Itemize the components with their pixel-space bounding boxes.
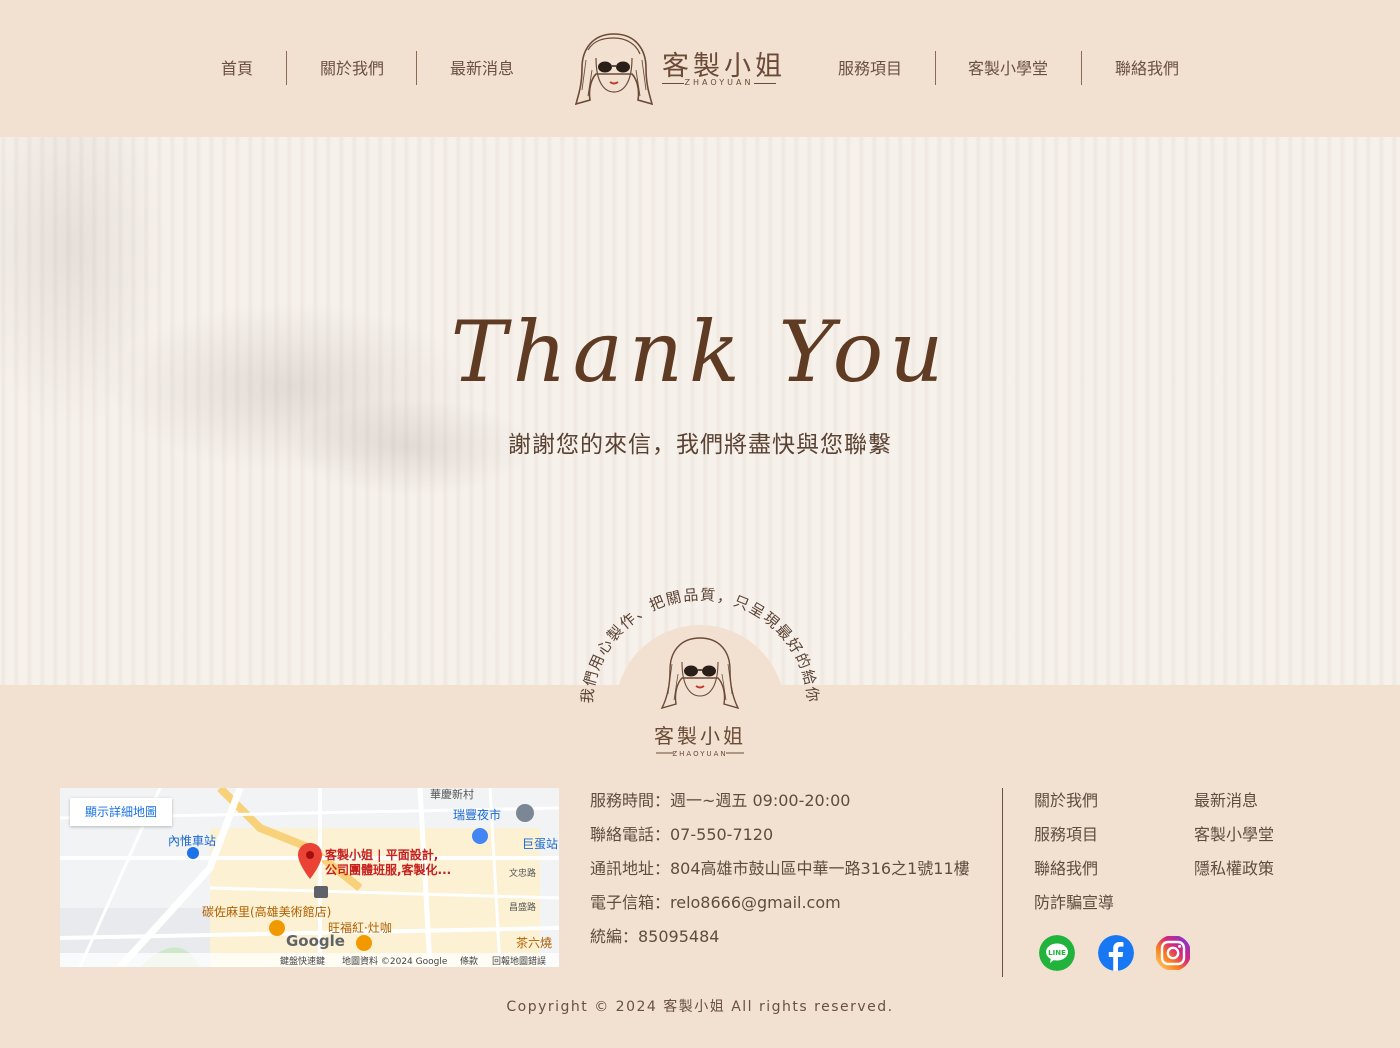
tax-id: 統編：85095484 — [590, 927, 720, 946]
contact-phone: 聯絡電話：07-550-7120 — [590, 825, 774, 844]
map-label: 昌盛路 — [509, 903, 537, 913]
nav-divider — [416, 51, 417, 85]
map-label: 巨蛋站 — [522, 837, 559, 851]
map-label: 華慶新村 — [430, 788, 474, 801]
badge-title: 客製小姐 — [654, 724, 746, 748]
site-logo[interactable]: 客製小姐 ZHAOYUAN — [574, 30, 784, 106]
line-icon[interactable]: LINE — [1039, 935, 1075, 971]
nav-home[interactable]: 首頁 — [221, 58, 253, 80]
nav-divider — [935, 51, 936, 85]
contact-address: 通訊地址：804高雄市鼓山區中華一路316之1號11樓 — [590, 859, 970, 878]
map-data-credit: 地圖資料 ©2024 Google — [342, 957, 448, 967]
badge-subtitle: ZHAOYUAN — [672, 750, 727, 758]
contact-email: 電子信箱：relo8666@gmail.com — [590, 893, 841, 912]
nav-services[interactable]: 服務項目 — [838, 58, 902, 80]
nav-news[interactable]: 最新消息 — [450, 58, 514, 80]
footer-link-academy[interactable]: 客製小學堂 — [1194, 824, 1274, 846]
nav-divider — [286, 51, 287, 85]
nav-divider — [1081, 51, 1082, 85]
map-keyboard-shortcuts[interactable]: 鍵盤快速鍵 — [280, 954, 325, 967]
footer-link-privacy[interactable]: 隱私權政策 — [1194, 858, 1274, 880]
logo-girl-icon — [574, 33, 654, 106]
logo-subtitle: ZHAOYUAN — [662, 78, 776, 87]
map-label: 瑞豐夜市 — [453, 808, 502, 822]
thank-you-message: 謝謝您的來信，我們將盡快與您聯繫 — [508, 432, 892, 458]
map-label: 碳佐麻里(高雄美術館店) — [202, 905, 332, 919]
map-terms[interactable]: 條款 — [460, 954, 478, 967]
facebook-icon[interactable] — [1098, 935, 1134, 971]
nav-contact[interactable]: 聯絡我們 — [1115, 58, 1179, 80]
map-view-larger-button[interactable]: 顯示詳細地圖 — [70, 798, 172, 826]
footer-link-contact[interactable]: 聯絡我們 — [1034, 858, 1098, 880]
business-hours: 服務時間：週一~週五 09:00-20:00 — [590, 791, 851, 810]
nav-academy[interactable]: 客製小學堂 — [968, 58, 1048, 80]
footer-link-news[interactable]: 最新消息 — [1194, 790, 1258, 812]
site-header: 首頁 關於我們 最新消息 客製小姐 ZHAOYUAN 服務項目 客製小學堂 聯絡… — [0, 0, 1400, 137]
map-attribution-bar: 鍵盤快速鍵 地圖資料 ©2024 Google 條款 回報地圖錯誤 — [60, 953, 559, 967]
map-place-name-2[interactable]: 公司團體班服,客製化... — [325, 861, 451, 878]
footer-divider — [1002, 788, 1003, 977]
google-map-embed[interactable]: 顯示詳細地圖 客製小姐 | 平面設計, 公司團體班服,客製化... 瑞豐夜市 內… — [60, 788, 559, 967]
nav-about[interactable]: 關於我們 — [320, 58, 384, 80]
google-logo: Google — [286, 932, 345, 950]
map-report-error[interactable]: 回報地圖錯誤 — [492, 954, 546, 967]
instagram-icon[interactable] — [1155, 935, 1191, 971]
map-label: 茶六燒 — [516, 936, 553, 950]
svg-text:LINE: LINE — [1048, 949, 1066, 957]
copyright-text: Copyright © 2024 客製小姐 All rights reserve… — [506, 999, 894, 1015]
thank-you-title: Thank You — [450, 303, 950, 401]
badge-emblem: 我們用心製作、把關品質，只呈現最好的給你 客製小姐 ZHAOYUAN — [578, 586, 821, 760]
brand-badge: 我們用心製作、把關品質，只呈現最好的給你 客製小姐 ZHAOYUAN — [570, 570, 830, 760]
footer-link-services[interactable]: 服務項目 — [1034, 824, 1098, 846]
footer-link-anti-fraud[interactable]: 防詐騙宣導 — [1034, 892, 1114, 914]
map-label: 內惟車站 — [168, 834, 217, 848]
footer-link-about[interactable]: 關於我們 — [1034, 790, 1098, 812]
map-label: 文忠路 — [509, 869, 537, 879]
